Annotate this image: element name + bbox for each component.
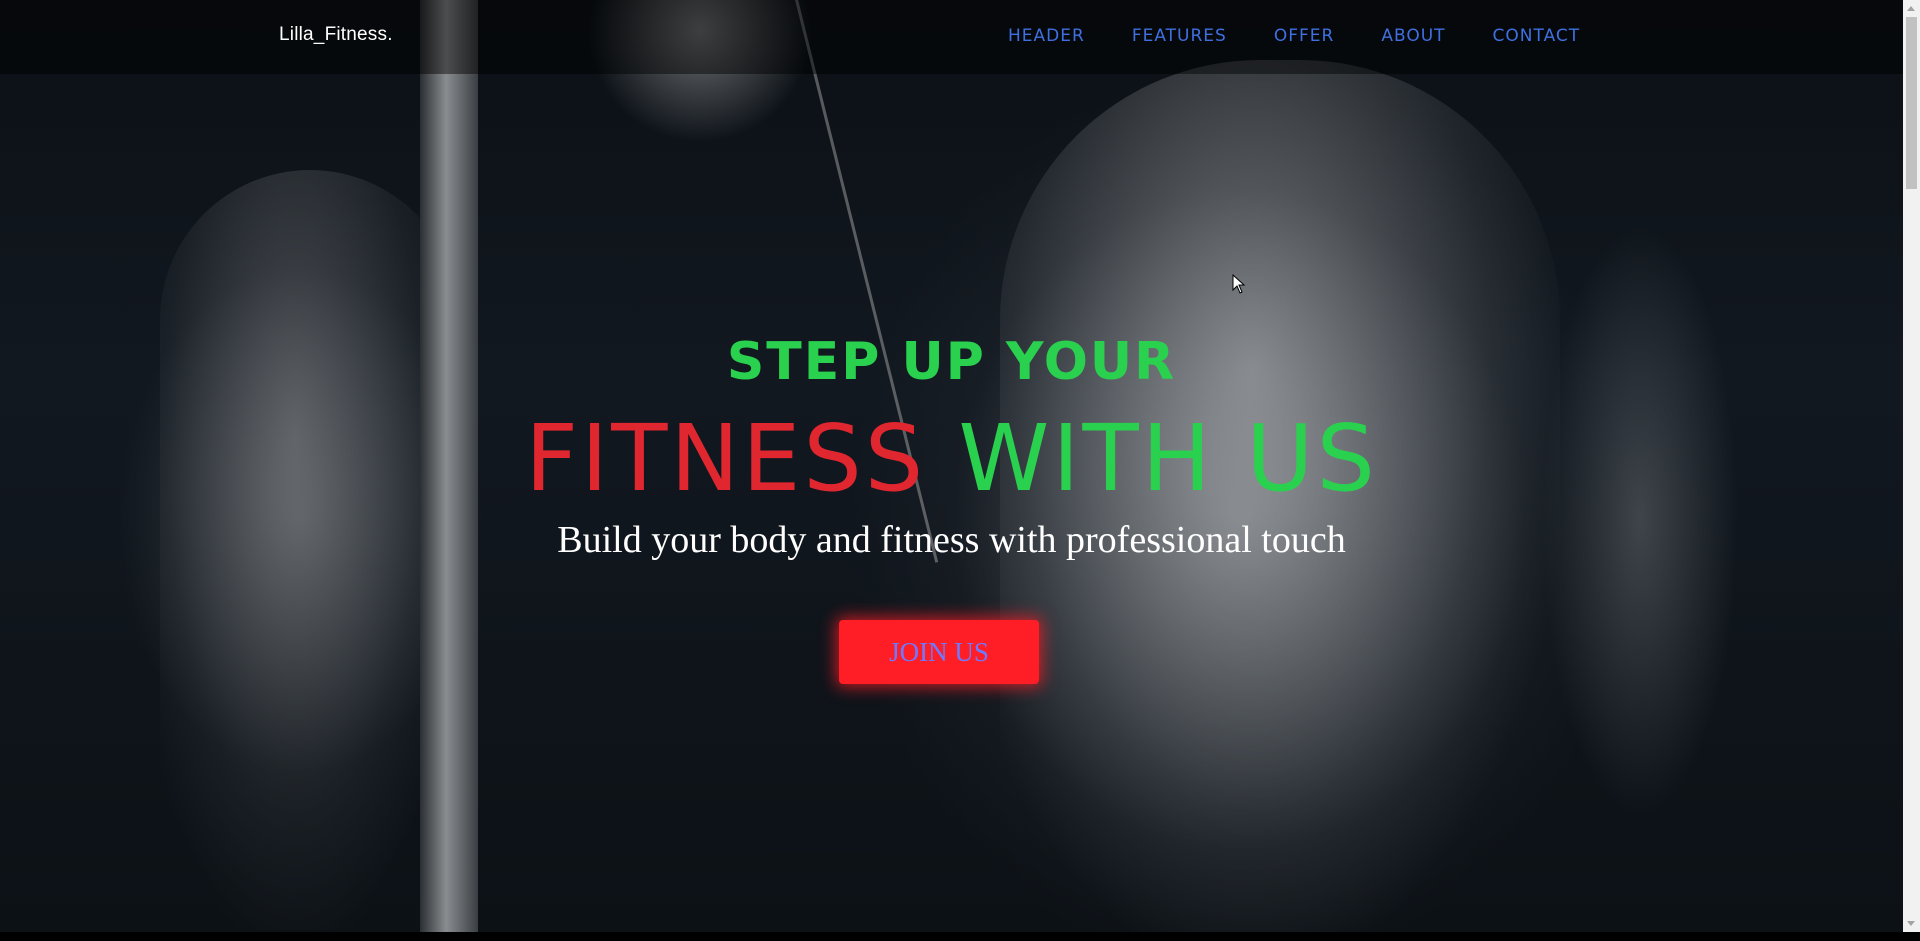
navbar: Lilla_Fitness. HEADER FEATURES OFFER ABO… [0,0,1903,74]
hero-heading-fitness: FITNESS [525,405,927,512]
hero-subtitle: Build your body and fitness with profess… [557,519,1346,561]
scrollbar-thumb[interactable] [1906,17,1917,189]
page: Lilla_Fitness. HEADER FEATURES OFFER ABO… [0,0,1920,941]
nav-link-features[interactable]: FEATURES [1132,26,1227,46]
vertical-scrollbar[interactable] [1903,0,1920,932]
join-us-button[interactable]: JOIN US [839,620,1039,684]
bottom-edge [0,932,1920,941]
brand-logo[interactable]: Lilla_Fitness. [279,24,393,46]
hero-section: Lilla_Fitness. HEADER FEATURES OFFER ABO… [0,0,1903,932]
hero-heading-line1: STEP UP YOUR [726,332,1177,392]
scroll-up-arrow-icon[interactable] [1907,6,1915,11]
hero-heading-line2: FITNESS WITH US [0,404,1903,514]
nav-link-offer[interactable]: OFFER [1274,26,1335,46]
nav-link-contact[interactable]: CONTACT [1493,26,1581,46]
nav-links: HEADER FEATURES OFFER ABOUT CONTACT [1008,26,1580,46]
mouse-pointer-icon [1232,274,1246,294]
nav-link-about[interactable]: ABOUT [1381,26,1445,46]
nav-link-header[interactable]: HEADER [1008,26,1085,46]
scroll-down-arrow-icon[interactable] [1907,921,1915,926]
hero-heading-with-us: WITH US [958,405,1378,512]
